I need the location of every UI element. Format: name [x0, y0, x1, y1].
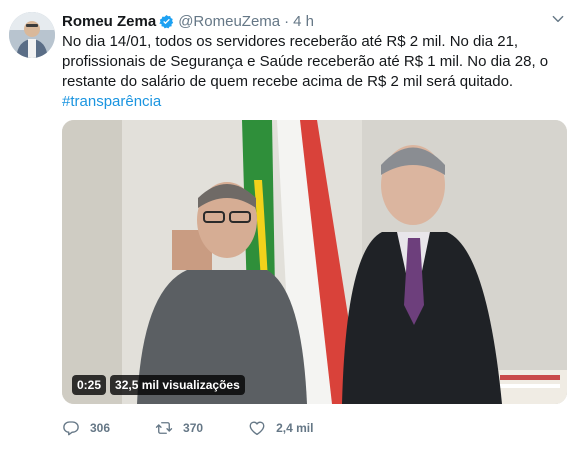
video-badges: 0:25 32,5 mil visualizações: [72, 375, 245, 395]
tweet-actions: 306 370 2,4 mil: [62, 416, 358, 440]
separator-dot: ·: [284, 12, 290, 30]
retweet-count: 370: [183, 421, 204, 435]
like-count: 2,4 mil: [276, 421, 314, 435]
reply-count: 306: [90, 421, 111, 435]
video-duration: 0:25: [72, 375, 107, 395]
hashtag-link[interactable]: #transparência: [62, 93, 161, 110]
tweet-body: No dia 14/01, todos os servidores recebe…: [62, 33, 549, 90]
author-handle[interactable]: @RomeuZema: [178, 13, 280, 30]
video-player[interactable]: 0:25 32,5 mil visualizações: [62, 120, 567, 404]
retweet-icon: [155, 422, 173, 434]
chevron-down-icon[interactable]: [551, 12, 565, 26]
like-button[interactable]: 2,4 mil: [248, 419, 313, 437]
reply-icon: [63, 421, 79, 436]
heart-icon: [249, 421, 265, 436]
video-thumbnail: [62, 120, 567, 404]
tweet-header: Romeu Zema @RomeuZema · 4 h: [62, 11, 565, 31]
author-name[interactable]: Romeu Zema: [62, 13, 156, 30]
tweet-text: No dia 14/01, todos os servidores recebe…: [62, 32, 567, 112]
verified-badge-icon: [159, 14, 174, 28]
retweet-button[interactable]: 370: [155, 419, 203, 437]
video-view-count: 32,5 mil visualizações: [110, 375, 245, 395]
timestamp[interactable]: 4 h: [293, 13, 314, 30]
reply-button[interactable]: 306: [62, 419, 110, 437]
tweet[interactable]: Romeu Zema @RomeuZema · 4 h No dia 14/01…: [0, 0, 585, 454]
avatar[interactable]: [9, 12, 55, 58]
